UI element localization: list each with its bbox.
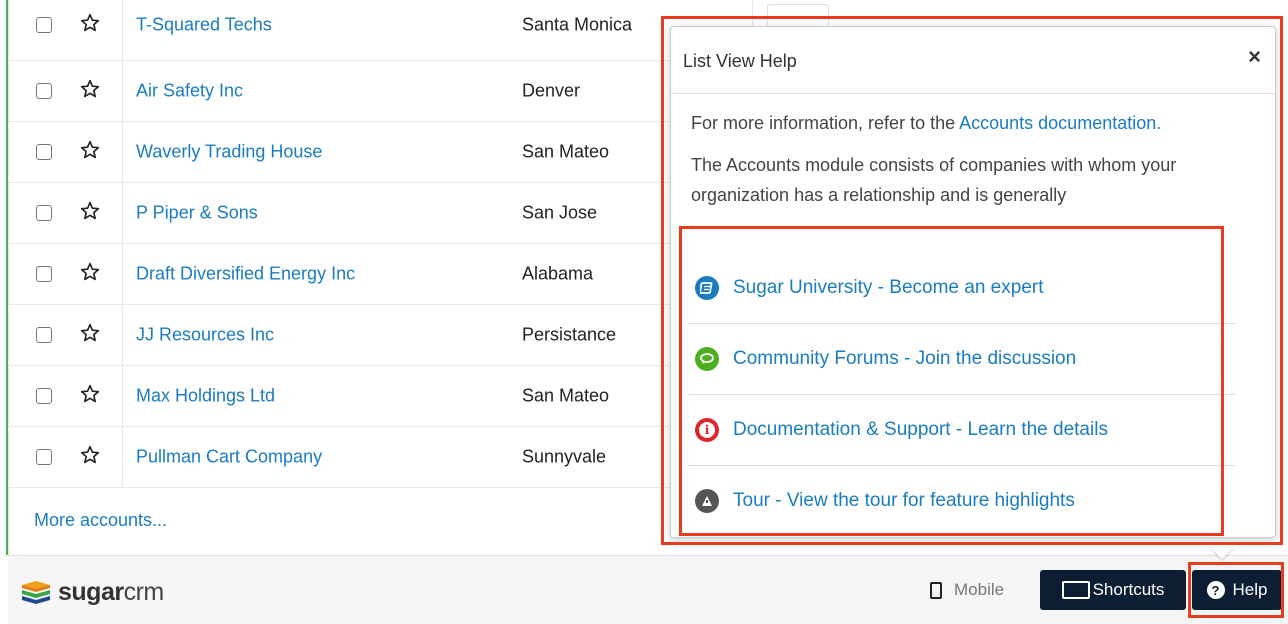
column-divider — [122, 305, 123, 365]
favorite-star-icon[interactable] — [80, 262, 100, 282]
favorite-star-icon[interactable] — [80, 140, 100, 160]
row-checkbox[interactable] — [36, 449, 52, 465]
shortcuts-button[interactable]: Shortcuts — [1040, 570, 1186, 610]
account-city: San Jose — [522, 202, 598, 223]
account-name-link[interactable]: Waverly Trading House — [136, 142, 322, 163]
account-city: Denver — [522, 80, 581, 101]
highlight-box-help-button — [1188, 562, 1284, 618]
row-checkbox[interactable] — [36, 327, 52, 343]
account-city: San Mateo — [522, 141, 610, 162]
row-checkbox[interactable] — [36, 144, 52, 160]
sugar-cube-icon — [22, 580, 50, 604]
column-divider — [122, 183, 123, 243]
favorite-star-icon[interactable] — [80, 384, 100, 404]
account-name-link[interactable]: P Piper & Sons — [136, 203, 258, 224]
more-accounts-link[interactable]: More accounts... — [34, 510, 167, 531]
footer-bar: sugarcrm Mobile Shortcuts ? Help — [8, 555, 1288, 624]
account-city: Santa Monica — [522, 14, 633, 35]
account-city: Alabama — [522, 263, 594, 284]
logo-text-light: crm — [123, 578, 165, 606]
mobile-link[interactable]: Mobile — [930, 580, 1004, 600]
favorite-star-icon[interactable] — [80, 323, 100, 343]
row-checkbox[interactable] — [36, 83, 52, 99]
favorite-star-icon[interactable] — [80, 445, 100, 465]
account-name-link[interactable]: Max Holdings Ltd — [136, 386, 275, 407]
row-checkbox[interactable] — [36, 17, 52, 33]
account-name-link[interactable]: JJ Resources Inc — [136, 325, 274, 346]
account-name-link[interactable]: T-Squared Techs — [136, 15, 272, 36]
favorite-star-icon[interactable] — [80, 79, 100, 99]
row-checkbox[interactable] — [36, 266, 52, 282]
account-city: San Mateo — [522, 385, 610, 406]
column-divider — [122, 122, 123, 182]
shortcuts-label: Shortcuts — [1092, 580, 1165, 599]
column-divider — [122, 427, 123, 487]
account-city: Sunnyvale — [522, 446, 607, 467]
column-divider — [122, 244, 123, 304]
highlight-box-links — [679, 226, 1224, 536]
row-checkbox[interactable] — [36, 205, 52, 221]
account-name-link[interactable]: Pullman Cart Company — [136, 447, 322, 468]
column-divider — [122, 61, 123, 121]
mobile-label: Mobile — [954, 580, 1005, 599]
phone-icon — [930, 581, 942, 599]
account-name-link[interactable]: Air Safety Inc — [136, 81, 243, 102]
account-name-link[interactable]: Draft Diversified Energy Inc — [136, 264, 355, 285]
favorite-star-icon[interactable] — [80, 201, 100, 221]
favorite-star-icon[interactable] — [80, 13, 100, 33]
sugarcrm-logo[interactable]: sugarcrm — [20, 578, 164, 607]
row-checkbox[interactable] — [36, 388, 52, 404]
logo-text-bold: sugar — [58, 578, 124, 606]
column-divider — [122, 366, 123, 426]
keyboard-icon — [1061, 581, 1090, 599]
column-divider — [122, 0, 123, 60]
account-city: Persistance — [522, 324, 617, 345]
popover-arrow — [1210, 547, 1234, 559]
